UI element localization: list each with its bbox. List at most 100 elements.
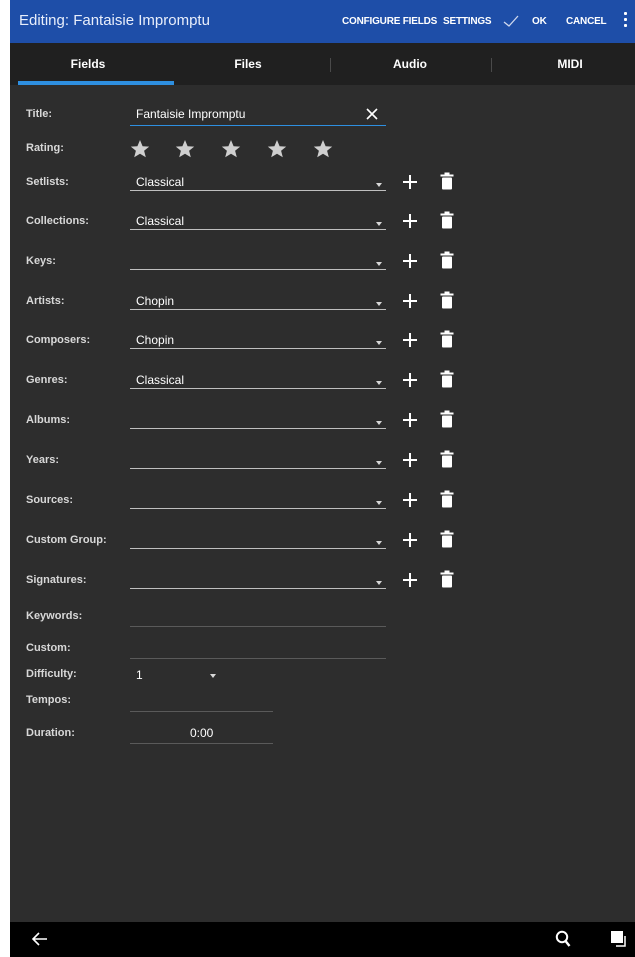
trash-icon[interactable] bbox=[440, 410, 454, 428]
add-icon[interactable] bbox=[402, 452, 418, 468]
composers-label: Composers: bbox=[26, 334, 91, 346]
dropdown-arrow-icon[interactable] bbox=[376, 501, 382, 505]
recent-apps-icon[interactable] bbox=[610, 930, 628, 948]
tab-files[interactable]: Files bbox=[170, 43, 326, 85]
artists-select[interactable]: Chopin bbox=[136, 294, 174, 308]
duration-label: Duration: bbox=[26, 727, 75, 739]
tab-selected-indicator bbox=[18, 81, 174, 85]
trash-icon[interactable] bbox=[440, 370, 454, 388]
dropdown-arrow-icon[interactable] bbox=[376, 421, 382, 425]
action-bar: Editing: Fantaisie Impromptu CONFIGURE F… bbox=[10, 0, 635, 43]
dropdown-underline bbox=[130, 388, 386, 389]
collections-select[interactable]: Classical bbox=[136, 214, 184, 228]
tab-fields[interactable]: Fields bbox=[10, 43, 166, 85]
difficulty-dropdown-arrow-icon[interactable] bbox=[210, 674, 216, 678]
trash-icon[interactable] bbox=[440, 330, 454, 348]
tab-audio[interactable]: Audio bbox=[332, 43, 488, 85]
dropdown-arrow-icon[interactable] bbox=[376, 302, 382, 306]
artists-label: Artists: bbox=[26, 295, 65, 307]
genres-label: Genres: bbox=[26, 374, 68, 386]
dropdown-underline bbox=[130, 229, 386, 230]
sources-label: Sources: bbox=[26, 494, 74, 506]
star-icon[interactable] bbox=[130, 139, 150, 159]
dropdown-underline bbox=[130, 508, 386, 509]
custom-underline bbox=[130, 658, 386, 659]
custom-label: Custom: bbox=[26, 642, 71, 654]
custom-group-label: Custom Group: bbox=[26, 534, 107, 546]
trash-icon[interactable] bbox=[440, 570, 454, 588]
trash-icon[interactable] bbox=[440, 251, 454, 269]
tab-midi[interactable]: MIDI bbox=[492, 43, 635, 85]
tab-bar: Fields Files Audio MIDI bbox=[10, 43, 635, 85]
clear-icon[interactable] bbox=[366, 108, 378, 120]
trash-icon[interactable] bbox=[440, 450, 454, 468]
dropdown-underline bbox=[130, 348, 386, 349]
composers-select[interactable]: Chopin bbox=[136, 333, 174, 347]
difficulty-label: Difficulty: bbox=[26, 668, 77, 680]
setlists-select[interactable]: Classical bbox=[136, 175, 184, 189]
years-label: Years: bbox=[26, 454, 60, 466]
tempos-label: Tempos: bbox=[26, 694, 72, 706]
dropdown-underline bbox=[130, 468, 386, 469]
trash-icon[interactable] bbox=[440, 490, 454, 508]
trash-icon[interactable] bbox=[440, 291, 454, 309]
dropdown-underline bbox=[130, 309, 386, 310]
star-icon[interactable] bbox=[221, 139, 241, 159]
keys-label: Keys: bbox=[26, 255, 56, 267]
dropdown-arrow-icon[interactable] bbox=[376, 381, 382, 385]
dropdown-arrow-icon[interactable] bbox=[376, 262, 382, 266]
dropdown-underline bbox=[130, 269, 386, 270]
add-icon[interactable] bbox=[402, 213, 418, 229]
add-icon[interactable] bbox=[402, 372, 418, 388]
signatures-label: Signatures: bbox=[26, 574, 87, 586]
title-underline bbox=[130, 125, 386, 126]
dropdown-arrow-icon[interactable] bbox=[376, 183, 382, 187]
add-icon[interactable] bbox=[402, 293, 418, 309]
ok-button[interactable]: OK bbox=[532, 16, 547, 27]
dropdown-arrow-icon[interactable] bbox=[376, 461, 382, 465]
title-label: Title: bbox=[26, 108, 53, 120]
dropdown-arrow-icon[interactable] bbox=[376, 222, 382, 226]
dropdown-underline bbox=[130, 190, 386, 191]
duration-input[interactable]: 0:00 bbox=[190, 726, 213, 740]
dropdown-underline bbox=[130, 548, 386, 549]
albums-label: Albums: bbox=[26, 414, 70, 426]
trash-icon[interactable] bbox=[440, 530, 454, 548]
title-input[interactable]: Fantaisie Impromptu bbox=[136, 107, 245, 121]
genres-select[interactable]: Classical bbox=[136, 373, 184, 387]
trash-icon[interactable] bbox=[440, 172, 454, 190]
keywords-label: Keywords: bbox=[26, 610, 83, 622]
star-icon[interactable] bbox=[313, 139, 333, 159]
app-screen: Editing: Fantaisie Impromptu CONFIGURE F… bbox=[10, 0, 635, 957]
add-icon[interactable] bbox=[402, 532, 418, 548]
add-icon[interactable] bbox=[402, 174, 418, 190]
difficulty-select[interactable]: 1 bbox=[136, 668, 143, 682]
page-title: Editing: Fantaisie Impromptu bbox=[19, 12, 210, 29]
dropdown-arrow-icon[interactable] bbox=[376, 341, 382, 345]
overflow-menu-icon[interactable] bbox=[623, 12, 629, 32]
dropdown-arrow-icon[interactable] bbox=[376, 581, 382, 585]
add-icon[interactable] bbox=[402, 572, 418, 588]
settings-button[interactable]: SETTINGS bbox=[443, 16, 492, 27]
search-icon[interactable] bbox=[555, 930, 571, 948]
keywords-underline bbox=[130, 626, 386, 627]
star-icon[interactable] bbox=[267, 139, 287, 159]
check-icon[interactable] bbox=[502, 12, 520, 30]
dropdown-underline bbox=[130, 588, 386, 589]
cancel-button[interactable]: CANCEL bbox=[566, 16, 607, 27]
duration-underline bbox=[130, 743, 273, 744]
add-icon[interactable] bbox=[402, 253, 418, 269]
add-icon[interactable] bbox=[402, 412, 418, 428]
trash-icon[interactable] bbox=[440, 211, 454, 229]
tempos-underline bbox=[130, 711, 273, 712]
system-nav-bar bbox=[10, 922, 635, 957]
rating-label: Rating: bbox=[26, 142, 64, 154]
setlists-label: Setlists: bbox=[26, 176, 69, 188]
collections-label: Collections: bbox=[26, 215, 89, 227]
add-icon[interactable] bbox=[402, 492, 418, 508]
dropdown-arrow-icon[interactable] bbox=[376, 541, 382, 545]
back-arrow-icon[interactable] bbox=[32, 932, 48, 946]
add-icon[interactable] bbox=[402, 332, 418, 348]
configure-fields-button[interactable]: CONFIGURE FIELDS bbox=[342, 16, 437, 27]
star-icon[interactable] bbox=[175, 139, 195, 159]
